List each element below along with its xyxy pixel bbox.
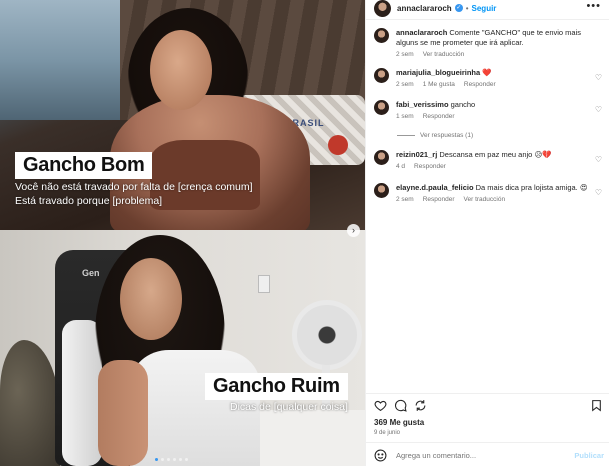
slide-text-good-line1: Você não está travado por falta de [cren…	[15, 181, 253, 193]
slide-title-bad: Gancho Ruim	[205, 373, 348, 400]
reply-button[interactable]: Responder	[464, 81, 496, 88]
author-username[interactable]: annaclararoch	[397, 4, 452, 13]
caption-username[interactable]: annaclararoch	[396, 28, 447, 37]
verified-badge-icon: ✓	[454, 4, 463, 12]
comment-like-heart-icon[interactable]: ♡	[595, 73, 602, 82]
carousel-dot	[179, 458, 182, 461]
comment-item: fabi_verissimo gancho 1 sem Responder ♡	[374, 100, 602, 120]
commenter-username[interactable]: elayne.d.paula_felicio	[396, 183, 474, 192]
post-actions-bar	[372, 397, 604, 413]
slide-text-good-line2: Está travado porque [problema]	[15, 195, 163, 207]
comment-age: 4 d	[396, 163, 406, 170]
reply-button[interactable]: Responder	[423, 196, 455, 203]
emoji-icon[interactable]	[374, 449, 387, 462]
slide-text-bad-line1: Dicas de [qualquer coisa]	[230, 401, 348, 413]
post-side-panel: annaclararoch ✓ • Seguir ••• annaclararo…	[365, 0, 609, 466]
caption-age: 2 sem	[396, 51, 414, 58]
comment-emoji: 😥💔	[534, 150, 552, 159]
comment-item: mariajulia_blogueirinha ❤️ 2 sem 1 Me gu…	[374, 68, 602, 88]
carousel-dot	[173, 458, 176, 461]
instagram-post-dialog: BRASIL Gen Gancho Bom Você não está trav…	[0, 0, 609, 466]
photo-person2-face	[120, 258, 182, 340]
slide-title-good: Gancho Bom	[15, 152, 153, 179]
chevron-right-icon[interactable]: ›	[347, 224, 360, 237]
comment-age: 2 sem	[396, 81, 414, 88]
author-avatar[interactable]	[374, 0, 391, 17]
more-options-icon[interactable]: •••	[586, 0, 601, 12]
photo-chair-logo: Gen	[82, 268, 100, 278]
divider	[366, 393, 609, 394]
comment-translate-link[interactable]: Ver traducción	[464, 196, 506, 203]
comment-icon[interactable]	[392, 397, 408, 413]
share-icon[interactable]	[412, 397, 428, 413]
comment-emoji: 😍	[579, 183, 588, 192]
carousel-dots	[155, 458, 188, 461]
commenter-avatar[interactable]	[374, 150, 389, 165]
post-media[interactable]: BRASIL Gen Gancho Bom Você não está trav…	[0, 0, 365, 466]
comment-emoji: ❤️	[482, 68, 492, 77]
follow-button[interactable]: Seguir	[472, 4, 497, 13]
photo-fan	[292, 300, 362, 370]
likes-count[interactable]: 369 Me gusta	[374, 418, 424, 427]
view-replies-link[interactable]: Ver respuestas (1)	[397, 132, 473, 139]
comment-like-heart-icon[interactable]: ♡	[595, 188, 602, 197]
separator-dot: •	[465, 3, 469, 13]
comment-item: reizin021_rj Descansa em paz meu anjo 😥💔…	[374, 150, 602, 170]
comment-input[interactable]	[396, 450, 575, 460]
photo-person2-arm	[98, 360, 148, 466]
replies-line	[397, 135, 415, 136]
post-date: 9 de junio	[374, 430, 401, 436]
comment-age: 2 sem	[396, 196, 414, 203]
caption-avatar[interactable]	[374, 28, 389, 43]
comment-like-heart-icon[interactable]: ♡	[595, 105, 602, 114]
reply-button[interactable]: Responder	[423, 113, 455, 120]
view-replies-label[interactable]: Ver respuestas (1)	[420, 132, 473, 139]
photo-person-top	[150, 140, 260, 210]
post-caption: annaclararoch Comente "GANCHO" que te en…	[374, 28, 602, 58]
commenter-avatar[interactable]	[374, 183, 389, 198]
post-header: annaclararoch ✓ • Seguir	[366, 0, 609, 17]
comment-item: elayne.d.paula_felicio Da mais dica pra …	[374, 183, 602, 203]
commenter-avatar[interactable]	[374, 100, 389, 115]
comment-like-heart-icon[interactable]: ♡	[595, 155, 602, 164]
heart-icon[interactable]	[372, 397, 388, 413]
publish-button[interactable]: Publicar	[574, 451, 604, 460]
caption-translate-link[interactable]: Ver traducción	[423, 51, 465, 58]
carousel-dot	[167, 458, 170, 461]
photo-person-face	[150, 30, 212, 110]
carousel-dot	[155, 458, 158, 461]
carousel-dot	[185, 458, 188, 461]
divider	[366, 19, 609, 20]
commenter-avatar[interactable]	[374, 68, 389, 83]
caption-text: annaclararoch Comente "GANCHO" que te en…	[396, 28, 602, 48]
bookmark-icon[interactable]	[588, 397, 604, 413]
add-comment-row: Publicar	[374, 448, 604, 462]
photo-light-switch	[258, 275, 270, 293]
reply-button[interactable]: Responder	[414, 163, 446, 170]
comment-text: Descansa em paz meu anjo	[439, 150, 533, 159]
carousel-dot	[161, 458, 164, 461]
commenter-username[interactable]: mariajulia_blogueirinha	[396, 68, 480, 77]
comment-likes[interactable]: 1 Me gusta	[423, 81, 455, 88]
comment-age: 1 sem	[396, 113, 414, 120]
photo-red-mark	[328, 135, 348, 155]
comment-text: gancho	[450, 100, 476, 109]
commenter-username[interactable]: fabi_verissimo	[396, 100, 449, 109]
comment-text: Da mais dica pra lojista amiga.	[475, 183, 578, 192]
divider	[366, 442, 609, 443]
slide-bottom-photo: Gen	[0, 230, 365, 466]
commenter-username[interactable]: reizin021_rj	[396, 150, 437, 159]
